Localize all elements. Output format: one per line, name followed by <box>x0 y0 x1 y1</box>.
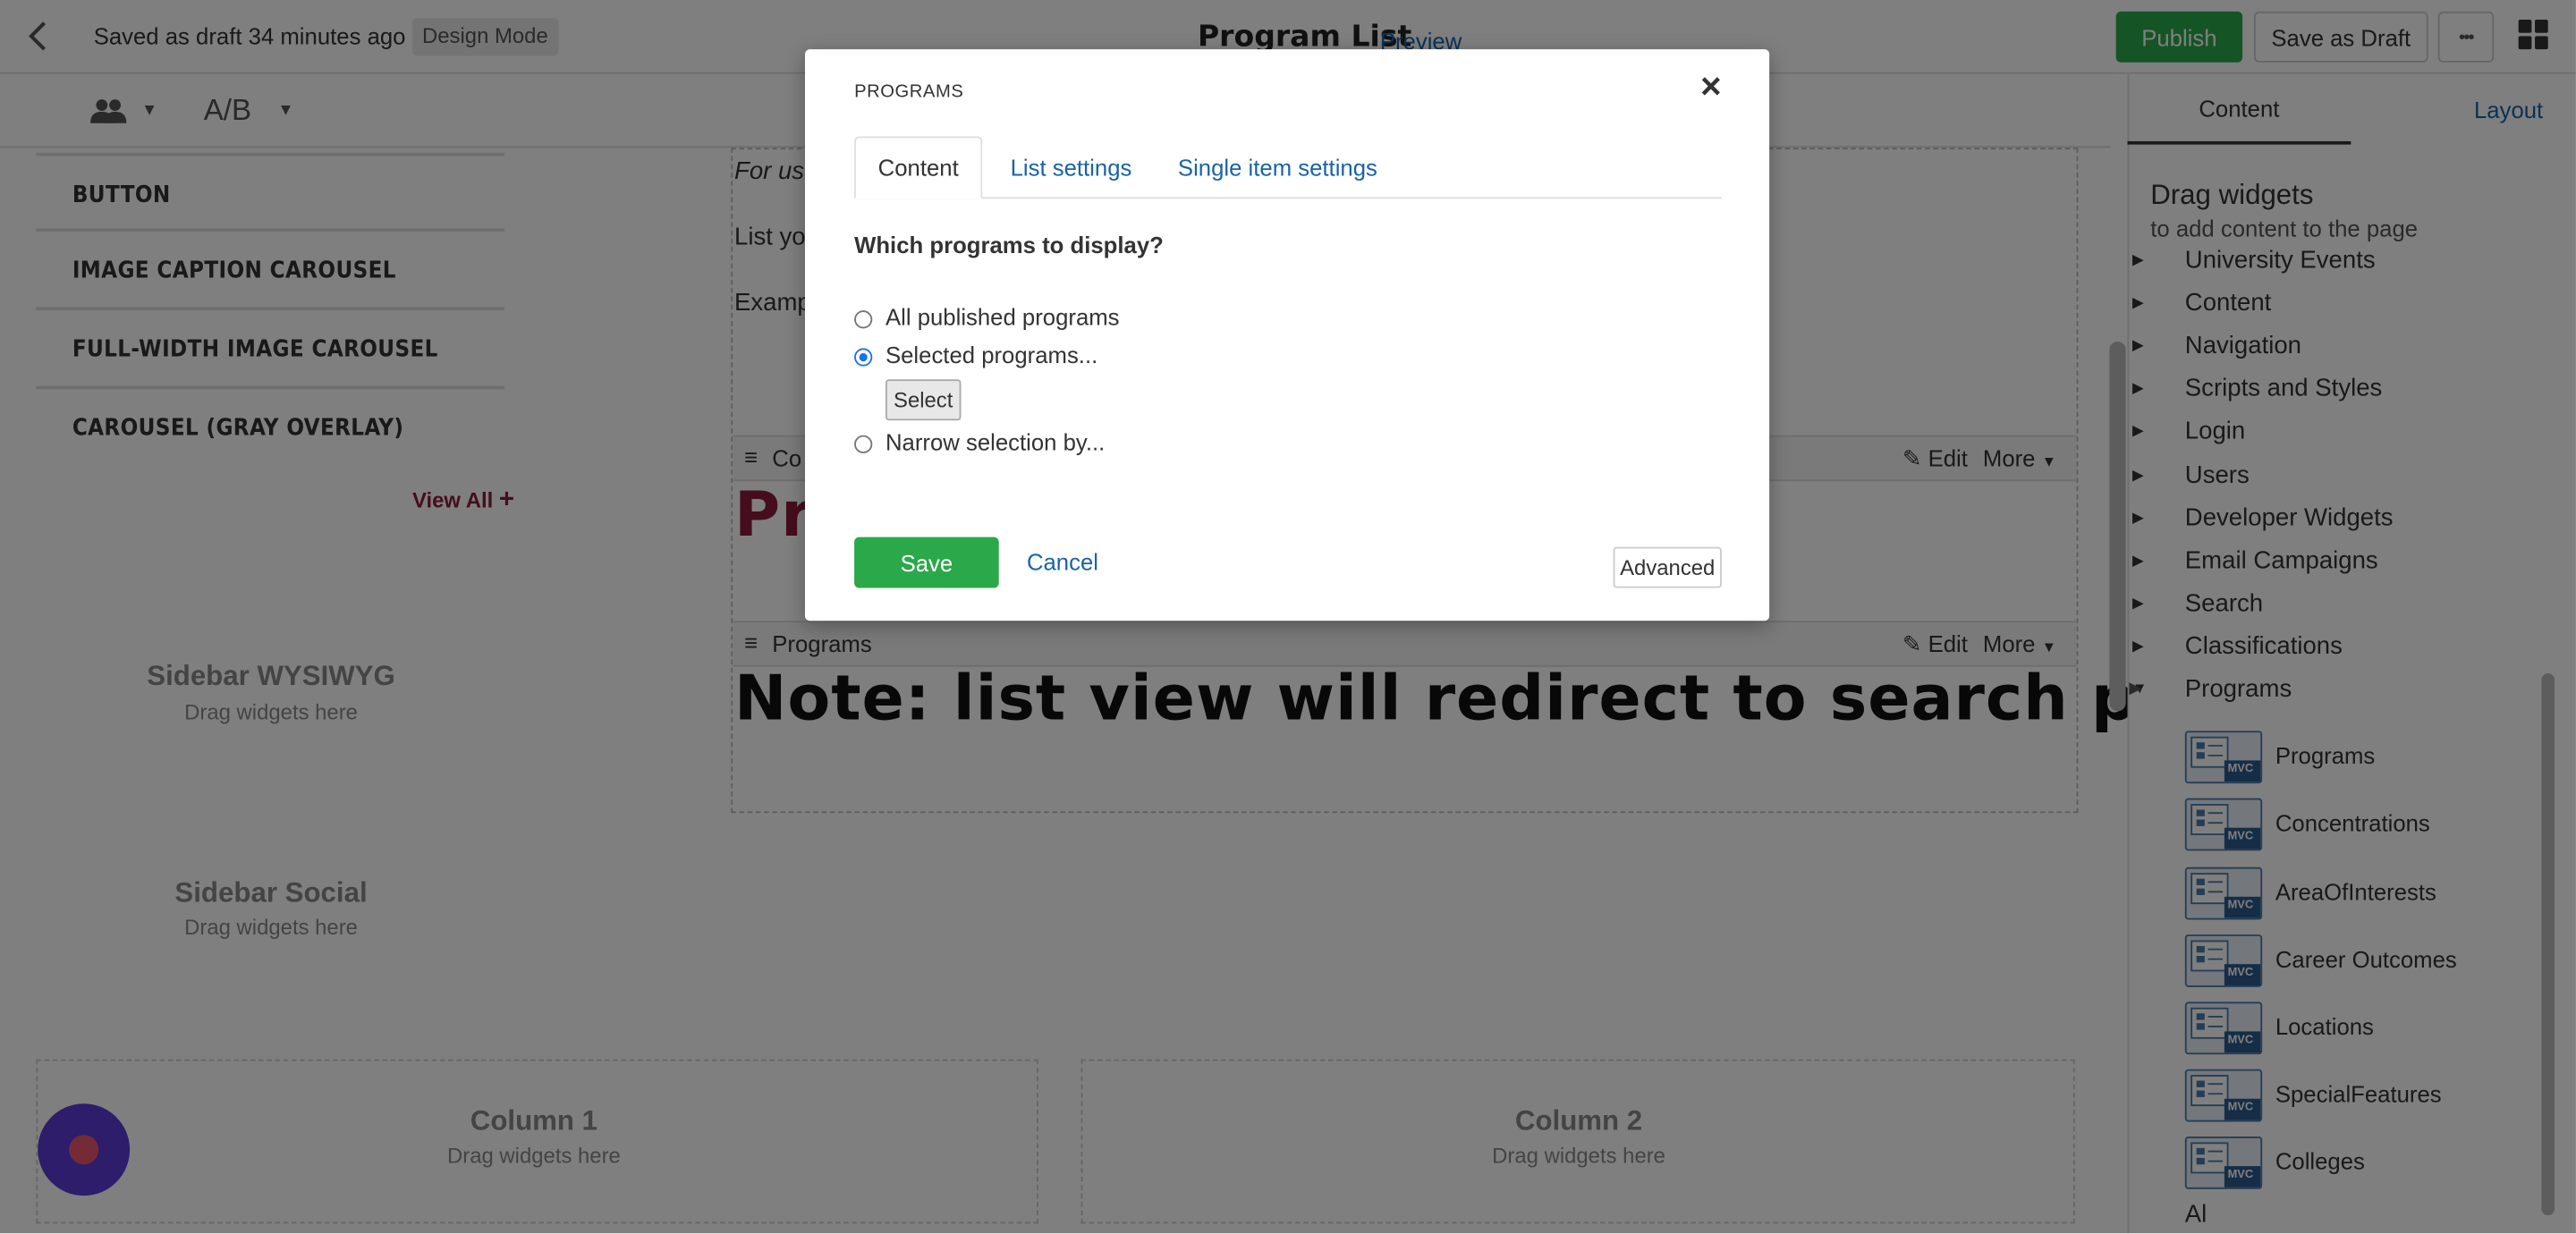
modal-heading: PROGRAMS <box>854 81 964 102</box>
advanced-button[interactable]: Advanced <box>1613 546 1722 588</box>
option-label[interactable]: Narrow selection by... <box>886 428 1105 454</box>
tab-label: List settings <box>1010 154 1132 182</box>
tab-label: Content <box>877 154 959 182</box>
modal-tab-single-item-settings[interactable]: Single item settings <box>1178 155 1377 181</box>
option-label[interactable]: All published programs <box>886 304 1120 330</box>
display-question: Which programs to display? <box>854 231 1164 258</box>
radio-selected-programs[interactable] <box>854 348 873 367</box>
close-icon[interactable]: × <box>1700 68 1722 105</box>
select-programs-button[interactable]: Select <box>885 379 962 421</box>
tab-label: Single item settings <box>1177 154 1377 182</box>
radio-narrow-selection[interactable] <box>854 435 873 453</box>
cancel-link[interactable]: Cancel <box>1027 548 1098 574</box>
programs-modal: PROGRAMS × Content List settings Single … <box>804 49 1770 621</box>
tabs-divider <box>854 197 1722 199</box>
save-button[interactable]: Save <box>854 537 999 588</box>
modal-tab-list-settings[interactable]: List settings <box>1011 155 1132 181</box>
modal-tab-content[interactable]: Content <box>854 136 983 199</box>
option-label[interactable]: Selected programs... <box>886 342 1097 368</box>
radio-all-published[interactable] <box>854 310 873 329</box>
